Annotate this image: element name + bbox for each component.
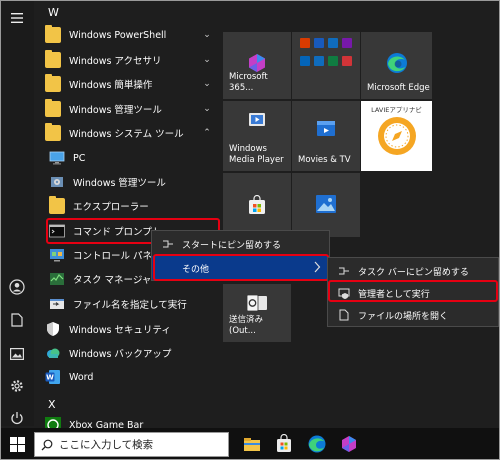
app-label: PC [73, 152, 86, 164]
app-windows-ease-of-access[interactable]: Windows 簡単操作 ⌄ [34, 72, 217, 96]
word-icon: W [45, 369, 61, 385]
tile-label: LAVIEアプリナビ [371, 106, 422, 114]
tile-label: Microsoft 365... [229, 72, 268, 93]
movies-tv-icon [315, 117, 337, 142]
pin-icon [338, 265, 350, 277]
app-windows-powershell[interactable]: Windows PowerShell ⌄ [34, 23, 217, 47]
app-windows-accessories[interactable]: Windows アクセサリ ⌄ [34, 48, 217, 72]
tile-label: Movies & TV [298, 155, 351, 165]
app-label: Windows アクセサリ [69, 56, 162, 67]
start-menu: W Windows PowerShell ⌄ Windows アクセサリ ⌄ W… [0, 0, 500, 460]
highlight-more [153, 254, 329, 281]
file-explorer-taskbar-icon[interactable] [242, 434, 262, 454]
chevron-down-icon: ⌄ [203, 104, 211, 114]
app-label: Word [69, 371, 94, 383]
photos-icon [315, 194, 337, 217]
taskbar: ここに入力して検索 [1, 428, 499, 459]
windows-start-icon[interactable] [10, 437, 25, 455]
chevron-down-icon: ⌄ [203, 55, 211, 65]
app-windows-backup[interactable]: Windows バックアップ [34, 341, 217, 365]
backup-cloud-icon [45, 345, 61, 361]
pin-icon [162, 238, 174, 250]
outlook-icon [246, 293, 268, 316]
menu-item-label: スタートにピン留めする [182, 240, 282, 251]
highlight-run-as-admin [328, 280, 498, 302]
search-placeholder: ここに入力して検索 [59, 439, 154, 451]
microsoft-365-taskbar-icon[interactable] [339, 434, 359, 454]
app-list: W Windows PowerShell ⌄ Windows アクセサリ ⌄ W… [34, 1, 219, 433]
tile-photos[interactable] [292, 173, 360, 237]
tile-lavie-app-navi[interactable]: LAVIEアプリナビ [361, 101, 432, 171]
menu-item-open-file-location[interactable]: ファイルの場所を開く [328, 304, 498, 326]
store-bag-icon [247, 194, 267, 218]
edge-taskbar-icon[interactable] [307, 434, 327, 454]
app-label: Windows システム ツール [69, 129, 184, 140]
tile-microsoft-edge[interactable]: Microsoft Edge [361, 32, 432, 99]
start-rail [1, 1, 34, 426]
menu-item-pin-taskbar[interactable]: タスク バーにピン留めする [328, 260, 498, 282]
store-taskbar-icon[interactable] [274, 433, 294, 454]
folder-icon [45, 123, 61, 141]
app-label: Windows 簡単操作 [69, 80, 153, 91]
edge-icon [386, 52, 408, 77]
power-icon[interactable] [5, 407, 29, 429]
run-dialog-icon [49, 296, 65, 312]
taskbar-search-box[interactable]: ここに入力して検索 [34, 432, 229, 457]
office-apps-grid [298, 37, 354, 77]
group-letter-x[interactable]: X [48, 398, 56, 411]
tile-movies-tv[interactable]: Movies & TV [292, 101, 360, 171]
menu-item-pin-start[interactable]: スタートにピン留めする [152, 233, 329, 255]
settings-gear-icon[interactable] [5, 375, 29, 397]
task-manager-icon [49, 271, 65, 287]
app-label: Windows 管理ツール [69, 105, 162, 116]
chevron-down-icon: ⌄ [203, 79, 211, 89]
control-panel-icon [49, 247, 65, 263]
tile-label: 送信済み (Out... [229, 315, 264, 336]
folder-icon [45, 25, 61, 43]
tile-microsoft-store[interactable] [223, 173, 291, 237]
tile-outlook-sent[interactable]: 送信済み (Out... [223, 284, 291, 342]
shield-icon [45, 321, 61, 337]
tile-label: Windows Media Player [229, 144, 284, 165]
app-word[interactable]: W Word [34, 365, 217, 389]
app-windows-admin-tools[interactable]: Windows 管理ツール ⌄ [34, 97, 217, 121]
file-location-icon [338, 309, 350, 321]
tile-office-apps-group[interactable] [292, 32, 360, 99]
file-explorer-icon [49, 196, 65, 214]
chevron-down-icon: ⌄ [203, 30, 211, 40]
app-windows-system-tools[interactable]: Windows システム ツール ⌃ [34, 121, 217, 145]
app-windows-security[interactable]: Windows セキュリティ [34, 317, 217, 341]
menu-item-label: ファイルの場所を開く [358, 311, 449, 322]
app-label: Windows セキュリティ [69, 325, 171, 336]
folder-icon [45, 74, 61, 92]
media-player-icon [248, 111, 266, 132]
chevron-up-icon: ⌃ [203, 128, 211, 138]
app-windows-admin-tools-sub[interactable]: Windows 管理ツール [34, 170, 217, 194]
pictures-icon[interactable] [5, 343, 29, 365]
documents-icon[interactable] [5, 309, 29, 331]
app-label: エクスプローラー [73, 202, 149, 213]
menu-item-label: タスク バーにピン留めする [358, 267, 469, 278]
app-label: Windows バックアップ [69, 349, 172, 360]
app-label: ファイル名を指定して実行 [73, 300, 187, 311]
lavie-app-navi-icon [377, 116, 417, 159]
user-account-icon[interactable] [5, 276, 29, 298]
folder-icon [45, 99, 61, 117]
pc-monitor-icon [49, 150, 65, 166]
tile-microsoft-365[interactable]: Microsoft 365... [223, 32, 291, 99]
app-label: Windows 管理ツール [73, 178, 166, 189]
admin-tools-icon [49, 174, 65, 190]
expand-menu-icon[interactable] [5, 7, 29, 29]
folder-icon [45, 50, 61, 68]
app-pc[interactable]: PC [34, 146, 217, 170]
app-file-explorer[interactable]: エクスプローラー [34, 194, 217, 218]
app-run[interactable]: ファイル名を指定して実行 [34, 292, 217, 316]
app-label: Windows PowerShell [69, 29, 167, 41]
svg-text:W: W [46, 374, 54, 382]
tile-windows-media-player[interactable]: Windows Media Player [223, 101, 291, 171]
search-icon [41, 439, 53, 451]
tile-label: Microsoft Edge [367, 83, 430, 93]
group-letter-w[interactable]: W [48, 6, 59, 19]
